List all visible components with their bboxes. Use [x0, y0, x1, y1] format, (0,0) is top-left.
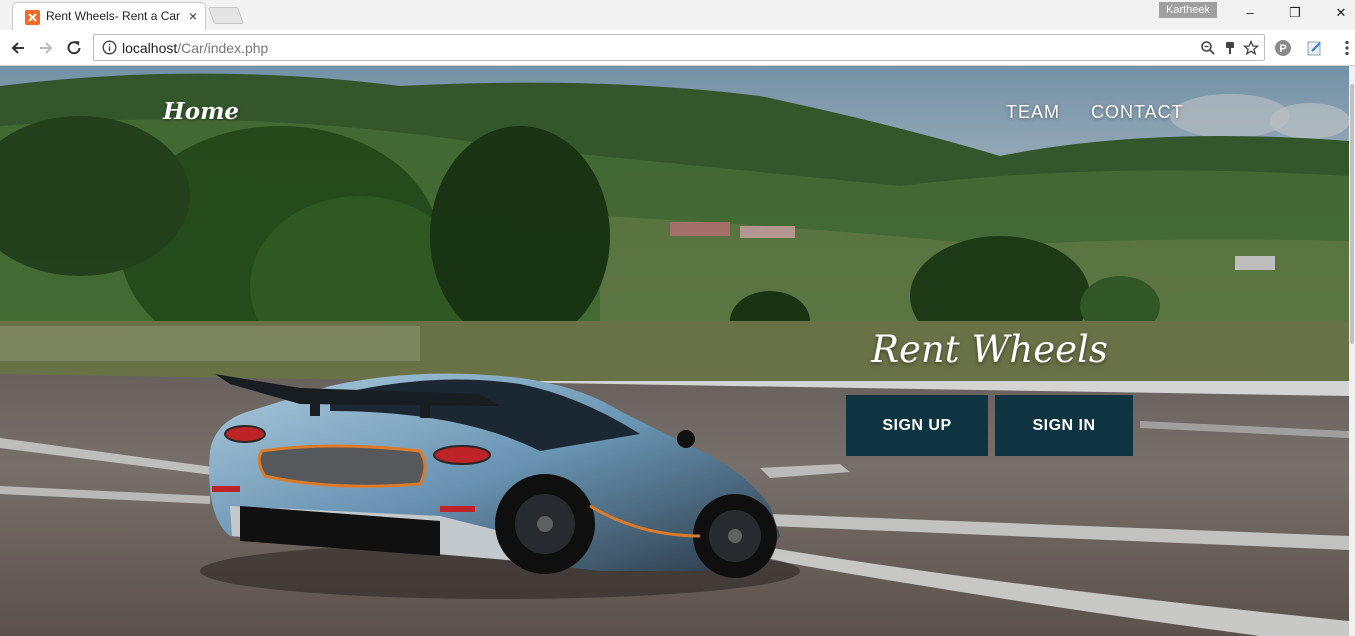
reload-icon[interactable] [64, 38, 84, 58]
svg-text:P: P [1279, 43, 1286, 55]
profile-badge[interactable]: Kartheek [1159, 2, 1217, 18]
xampp-favicon-icon [25, 10, 40, 25]
key-icon[interactable] [1222, 40, 1238, 56]
address-bar[interactable]: localhost/Car/index.php [93, 34, 1265, 61]
scrollbar-thumb[interactable] [1350, 84, 1354, 344]
nav-contact-link[interactable]: CONTACT [1091, 102, 1184, 123]
extension-p-icon[interactable]: P [1274, 39, 1292, 57]
tab-close-icon[interactable]: × [189, 9, 197, 23]
browser-toolbar: localhost/Car/index.php P [0, 30, 1355, 66]
minimize-button[interactable]: – [1235, 3, 1265, 23]
sign-up-button[interactable]: SIGN UP [846, 395, 988, 456]
nav-home-link[interactable]: Home [163, 98, 239, 125]
browser-tab[interactable]: Rent Wheels- Rent a Car × [12, 2, 206, 30]
new-tab-button[interactable] [207, 7, 245, 24]
back-icon[interactable] [8, 38, 28, 58]
hero-title: Rent Wheels [871, 328, 1108, 371]
tab-title: Rent Wheels- Rent a Car [46, 9, 181, 23]
sign-in-button[interactable]: SIGN IN [995, 395, 1133, 456]
forward-icon[interactable] [36, 38, 56, 58]
url-path: /Car/index.php [177, 40, 269, 56]
maximize-button[interactable]: ❐ [1280, 3, 1310, 23]
close-window-button[interactable]: ✕ [1326, 3, 1355, 23]
star-icon[interactable] [1242, 39, 1260, 56]
page-scrollbar[interactable] [1349, 66, 1355, 636]
nav-team-link[interactable]: TEAM [1006, 102, 1060, 123]
zoom-icon[interactable] [1200, 40, 1216, 56]
url-host: localhost [122, 40, 178, 56]
hero-background-image [0, 66, 1349, 636]
extension-edit-icon[interactable] [1306, 39, 1324, 57]
info-icon[interactable] [102, 40, 117, 55]
url-text: localhost/Car/index.php [122, 40, 268, 56]
menu-dots-icon[interactable] [1338, 39, 1355, 57]
page-viewport: Home TEAM CONTACT Rent Wheels SIGN UP SI… [0, 66, 1349, 636]
browser-titlebar: Rent Wheels- Rent a Car × Kartheek – ❐ ✕ [0, 0, 1355, 30]
